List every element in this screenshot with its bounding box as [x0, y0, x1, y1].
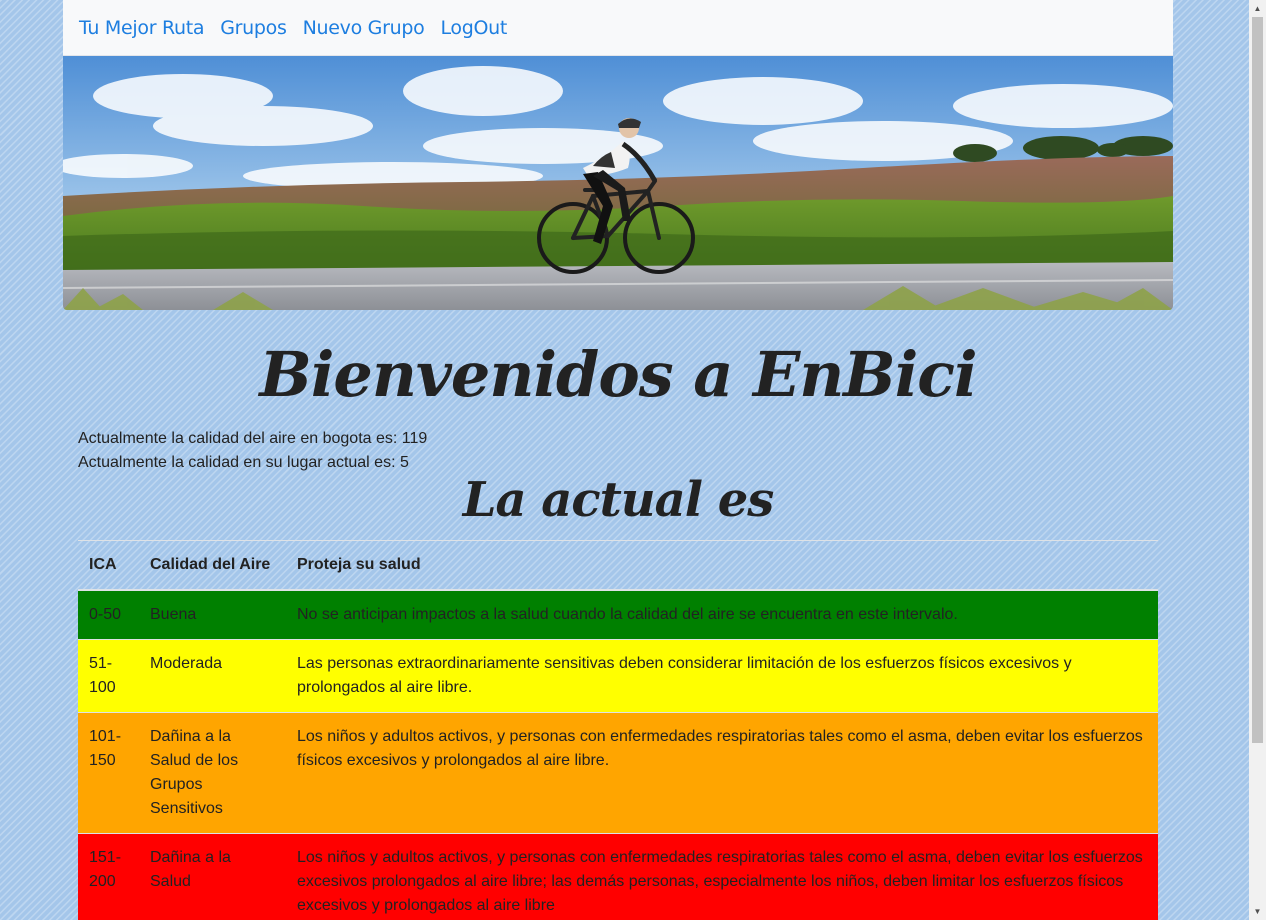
nav-link-tu-mejor-ruta[interactable]: Tu Mejor Ruta — [79, 17, 205, 39]
navbar: Tu Mejor Ruta Grupos Nuevo Grupo LogOut — [63, 0, 1173, 56]
table-cell-calidad: Dañina a la Salud de los Grupos Sensitiv… — [139, 712, 286, 834]
table-header-row: ICA Calidad del Aire Proteja su salud — [78, 540, 1158, 591]
table-cell-calidad: Moderada — [139, 639, 286, 713]
table-cell-ica: 51-100 — [78, 639, 139, 713]
table-cell-salud: Las personas extraordinariamente sensiti… — [286, 639, 1158, 713]
sub-title: La actual es — [462, 472, 775, 528]
table-row-moderada: 51-100 Moderada Las personas extraordina… — [78, 639, 1158, 713]
table-cell-ica: 0-50 — [78, 589, 139, 640]
scroll-up-arrow-icon[interactable]: ▲ — [1249, 0, 1266, 17]
table-header-salud: Proteja su salud — [286, 540, 1158, 591]
table-cell-ica: 101-150 — [78, 712, 139, 834]
page-container: Tu Mejor Ruta Grupos Nuevo Grupo LogOut — [63, 0, 1173, 310]
table-header-calidad: Calidad del Aire — [139, 540, 286, 591]
air-quality-table: ICA Calidad del Aire Proteja su salud 0-… — [78, 540, 1158, 920]
table-row-danina: 151-200 Dañina a la Salud Los niños y ad… — [78, 833, 1158, 920]
main-title: Bienvenidos a EnBici — [259, 338, 977, 411]
air-quality-current-location-text: Actualmente la calidad en su lugar actua… — [78, 454, 409, 471]
table-cell-calidad: Buena — [139, 589, 286, 640]
nav-link-nuevo-grupo[interactable]: Nuevo Grupo — [303, 17, 425, 39]
table-cell-salud: Los niños y adultos activos, y personas … — [286, 712, 1158, 834]
nav-link-grupos[interactable]: Grupos — [220, 17, 287, 39]
vertical-scrollbar[interactable]: ▲ ▼ — [1249, 0, 1266, 920]
table-row-danina-sensitivos: 101-150 Dañina a la Salud de los Grupos … — [78, 712, 1158, 834]
hero-banner-image — [63, 56, 1173, 310]
table-cell-salud: Los niños y adultos activos, y personas … — [286, 833, 1158, 920]
table-cell-ica: 151-200 — [78, 833, 139, 920]
table-cell-salud: No se anticipan impactos a la salud cuan… — [286, 589, 1158, 640]
scroll-down-arrow-icon[interactable]: ▼ — [1249, 903, 1266, 920]
nav-link-logout[interactable]: LogOut — [440, 17, 507, 39]
table-header-ica: ICA — [78, 540, 139, 591]
table-cell-calidad: Dañina a la Salud — [139, 833, 286, 920]
air-quality-bogota-text: Actualmente la calidad del aire en bogot… — [78, 430, 428, 447]
scrollbar-thumb[interactable] — [1252, 17, 1263, 743]
table-row-buena: 0-50 Buena No se anticipan impactos a la… — [78, 589, 1158, 640]
